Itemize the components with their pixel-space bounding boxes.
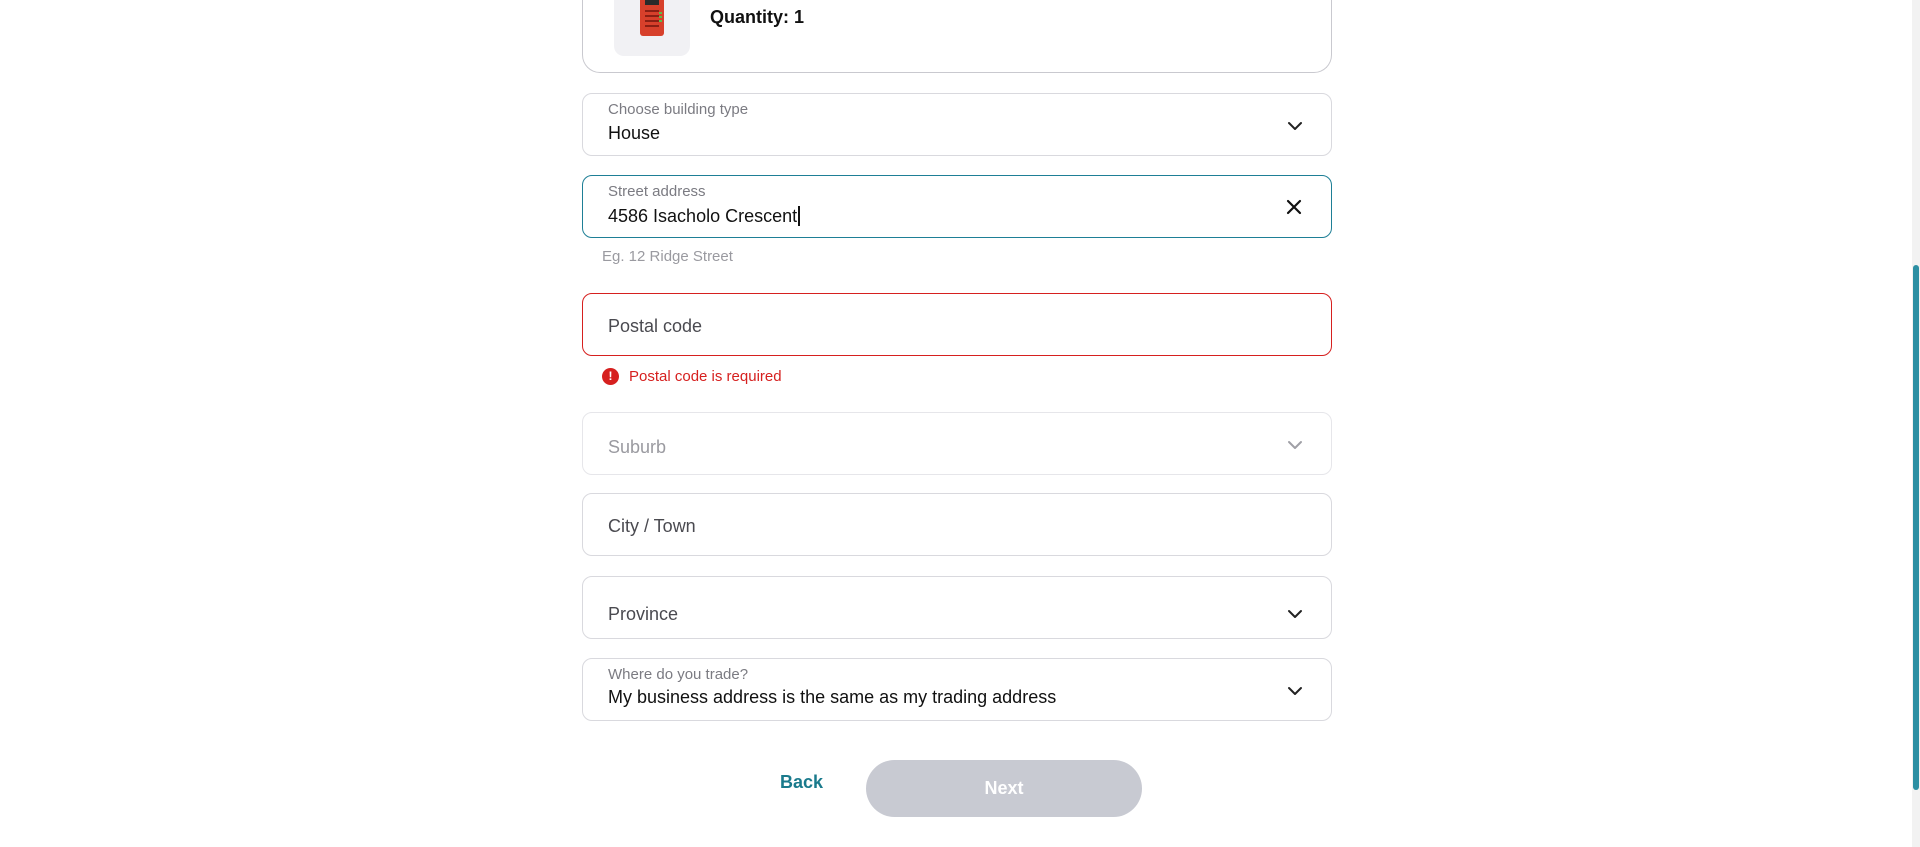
suburb-placeholder: Suburb [608, 437, 667, 457]
street-address-field[interactable]: Street address 4586 Isacholo Crescent [582, 175, 1332, 238]
trade-location-value: My business address is the same as my tr… [608, 687, 1057, 707]
building-type-value: House [608, 123, 661, 143]
product-thumbnail [614, 0, 690, 56]
chevron-down-icon[interactable] [1287, 118, 1303, 134]
postal-code-error-text: Postal code is required [629, 367, 782, 385]
street-address-helper: Eg. 12 Ridge Street [602, 248, 733, 265]
postal-code-field[interactable]: Postal code [582, 293, 1332, 356]
province-select[interactable]: Province [582, 576, 1332, 639]
text-cursor [798, 206, 800, 226]
street-address-label: Street address [608, 183, 706, 200]
city-town-field[interactable]: City / Town [582, 493, 1332, 556]
address-form-page: Quantity: 1 Choose building type House S… [0, 0, 1920, 847]
chevron-down-icon[interactable] [1287, 437, 1303, 453]
postal-code-placeholder: Postal code [608, 316, 703, 336]
product-quantity: Quantity: 1 [710, 7, 805, 27]
chevron-down-icon[interactable] [1287, 606, 1303, 622]
city-town-placeholder: City / Town [608, 516, 696, 536]
building-type-select[interactable]: Choose building type House [582, 93, 1332, 156]
close-icon[interactable] [1285, 198, 1303, 216]
postal-code-error: ! Postal code is required [602, 366, 782, 386]
building-type-label: Choose building type [608, 101, 749, 118]
card-machine-image [640, 0, 664, 36]
trade-location-label: Where do you trade? [608, 666, 749, 683]
next-button[interactable]: Next [866, 760, 1142, 817]
product-summary-card: Quantity: 1 [582, 0, 1332, 73]
chevron-down-icon[interactable] [1287, 683, 1303, 699]
province-placeholder: Province [608, 604, 679, 624]
back-button[interactable]: Back [780, 772, 823, 793]
street-address-input[interactable]: 4586 Isacholo Crescent [608, 206, 800, 227]
street-address-value: 4586 Isacholo Crescent [608, 206, 798, 226]
exclamation-circle-icon: ! [602, 367, 619, 385]
suburb-select[interactable]: Suburb [582, 412, 1332, 475]
scrollbar-thumb[interactable] [1913, 265, 1919, 790]
trade-location-select[interactable]: Where do you trade? My business address … [582, 658, 1332, 721]
